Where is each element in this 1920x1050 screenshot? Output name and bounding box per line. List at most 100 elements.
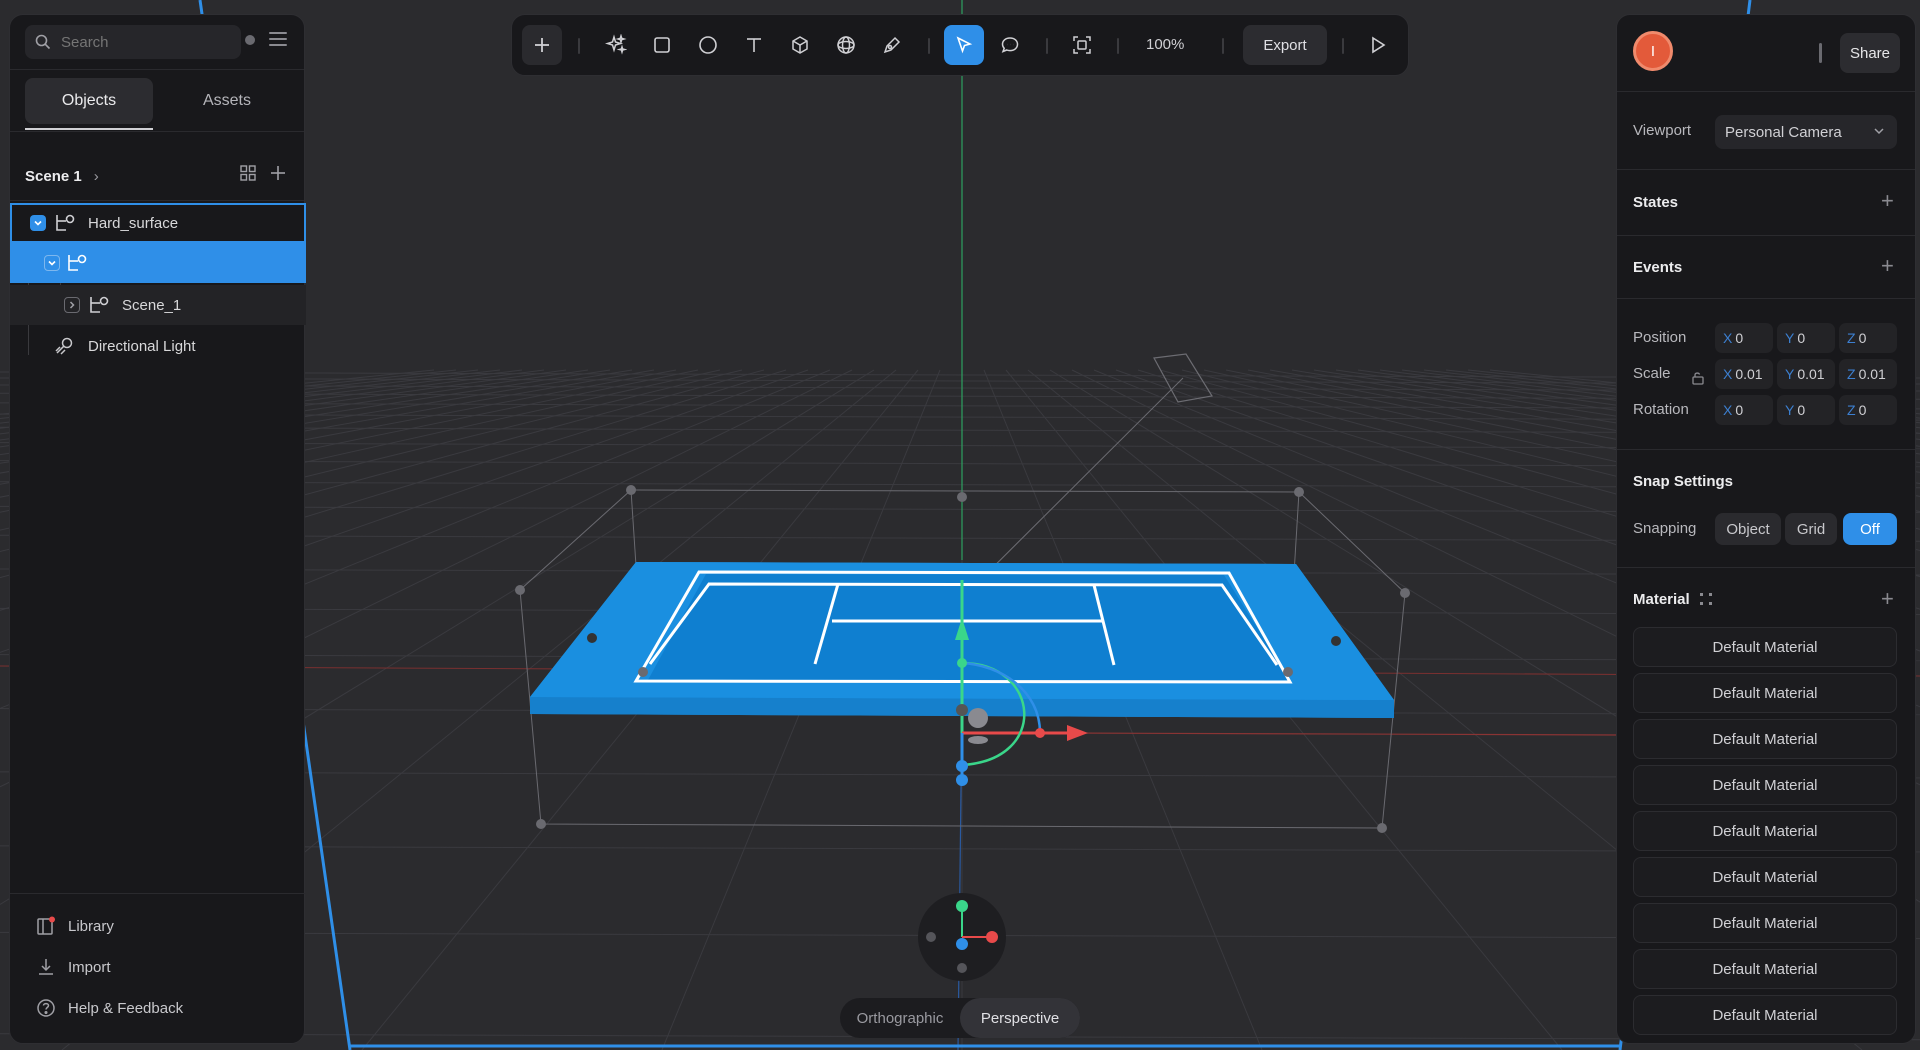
ellipse-tool-button[interactable]: [688, 25, 728, 65]
share-button[interactable]: Share: [1840, 33, 1900, 73]
divider: [10, 200, 304, 201]
export-button[interactable]: Export: [1243, 25, 1327, 65]
snap-grid-button[interactable]: Grid: [1785, 513, 1837, 545]
snap-settings-title: Snap Settings: [1633, 473, 1734, 490]
hamburger-menu-icon[interactable]: [269, 32, 287, 48]
cube-tool-button[interactable]: [780, 25, 820, 65]
group-node-icon: [90, 296, 109, 313]
select-tool-button[interactable]: [944, 25, 984, 65]
scale-y-field[interactable]: Y 0.01: [1777, 359, 1835, 389]
scale-z-field[interactable]: Z 0.01: [1839, 359, 1897, 389]
search-input[interactable]: [61, 33, 221, 51]
material-item[interactable]: Default Material: [1633, 995, 1897, 1035]
sphere-icon: [837, 36, 855, 54]
divider: [1617, 298, 1915, 299]
perspective-option[interactable]: Perspective: [960, 998, 1080, 1038]
status-dot[interactable]: [245, 35, 255, 45]
frame-tool-button[interactable]: [1062, 25, 1102, 65]
expand-toggle[interactable]: [44, 255, 60, 271]
help-icon: [37, 999, 55, 1017]
play-icon: [1372, 36, 1386, 54]
material-title: Material: [1633, 591, 1690, 608]
material-item[interactable]: Default Material: [1633, 949, 1897, 989]
add-button[interactable]: [522, 25, 562, 65]
tree-item-hard-surface[interactable]: Hard_surface: [10, 203, 306, 243]
cursor-icon: [956, 36, 973, 54]
help-label: Help & Feedback: [68, 999, 184, 1017]
orthographic-option[interactable]: Orthographic: [840, 998, 960, 1038]
toolbar-divider: [928, 38, 930, 54]
directional-light-icon: [55, 337, 73, 355]
scene-name: Scene 1: [25, 167, 82, 185]
material-item[interactable]: Default Material: [1633, 903, 1897, 943]
tab-assets[interactable]: Assets: [163, 78, 291, 124]
snap-object-button[interactable]: Object: [1715, 513, 1781, 545]
divider: [1617, 169, 1915, 170]
plus-icon: [535, 38, 549, 52]
add-material-icon[interactable]: +: [1881, 588, 1894, 610]
comment-icon: [1001, 37, 1019, 53]
search-box[interactable]: [25, 25, 241, 59]
comment-tool-button[interactable]: [990, 25, 1030, 65]
material-item[interactable]: Default Material: [1633, 719, 1897, 759]
divider: [1617, 235, 1915, 236]
rotation-z-field[interactable]: Z0: [1839, 395, 1897, 425]
unlock-icon[interactable]: [1691, 371, 1705, 385]
divider: [10, 131, 304, 132]
divider: [1617, 567, 1915, 568]
add-scene-icon[interactable]: [270, 165, 286, 181]
scale-x-field[interactable]: X 0.01: [1715, 359, 1773, 389]
divider: [1617, 449, 1915, 450]
snap-off-button[interactable]: Off: [1843, 513, 1897, 545]
expand-toggle[interactable]: [64, 297, 80, 313]
toolbar-divider: [1046, 38, 1048, 54]
rectangle-tool-button[interactable]: [642, 25, 682, 65]
frame-focus-icon: [1073, 36, 1091, 54]
expand-toggle[interactable]: [30, 215, 46, 231]
user-avatar[interactable]: I: [1633, 31, 1673, 71]
import-link[interactable]: Import: [36, 957, 111, 977]
position-label: Position: [1633, 329, 1687, 346]
expand-icon[interactable]: [1699, 592, 1713, 606]
library-label: Library: [68, 917, 114, 935]
tree-item-directional-light[interactable]: Directional Light: [10, 326, 306, 366]
position-y-field[interactable]: Y0: [1777, 323, 1835, 353]
panel-tabs: Objects Assets: [25, 78, 291, 130]
rotation-x-field[interactable]: X0: [1715, 395, 1773, 425]
position-z-field[interactable]: Z0: [1839, 323, 1897, 353]
viewport-select[interactable]: Personal Camera: [1715, 115, 1897, 149]
material-item[interactable]: Default Material: [1633, 811, 1897, 851]
rectangle-icon: [654, 37, 670, 53]
states-title: States: [1633, 194, 1679, 211]
group-node-icon: [68, 254, 87, 271]
rotation-y-field[interactable]: Y0: [1777, 395, 1835, 425]
library-link[interactable]: Library: [36, 916, 114, 936]
add-event-icon[interactable]: +: [1881, 255, 1894, 277]
ai-tool-button[interactable]: [596, 25, 636, 65]
zoom-level[interactable]: 100%: [1146, 36, 1184, 53]
pen-tool-button[interactable]: [872, 25, 912, 65]
tree-item-label: Hard_surface: [88, 214, 179, 232]
axis-compass[interactable]: [918, 893, 1006, 981]
grid-view-icon[interactable]: [240, 165, 256, 181]
circle-icon: [699, 36, 717, 54]
active-tab-indicator: [25, 128, 153, 130]
position-x-field[interactable]: X0: [1715, 323, 1773, 353]
play-button[interactable]: [1358, 25, 1398, 65]
tree-item-scene-1[interactable]: Scene_1: [10, 285, 306, 325]
viewport-value: Personal Camera: [1725, 123, 1842, 141]
main-toolbar: 100% Export: [511, 14, 1409, 76]
text-tool-button[interactable]: [734, 25, 774, 65]
sphere-tool-button[interactable]: [826, 25, 866, 65]
divider: [10, 69, 304, 70]
snapping-label: Snapping: [1633, 520, 1697, 537]
material-item[interactable]: Default Material: [1633, 857, 1897, 897]
tree-item-selected-group[interactable]: [10, 243, 306, 283]
properties-panel: I Share Viewport Personal Camera States …: [1616, 14, 1916, 1044]
help-feedback-link[interactable]: Help & Feedback: [36, 998, 183, 1018]
material-item[interactable]: Default Material: [1633, 627, 1897, 667]
tab-objects[interactable]: Objects: [25, 78, 153, 124]
material-item[interactable]: Default Material: [1633, 673, 1897, 713]
add-state-icon[interactable]: +: [1881, 190, 1894, 212]
material-item[interactable]: Default Material: [1633, 765, 1897, 805]
